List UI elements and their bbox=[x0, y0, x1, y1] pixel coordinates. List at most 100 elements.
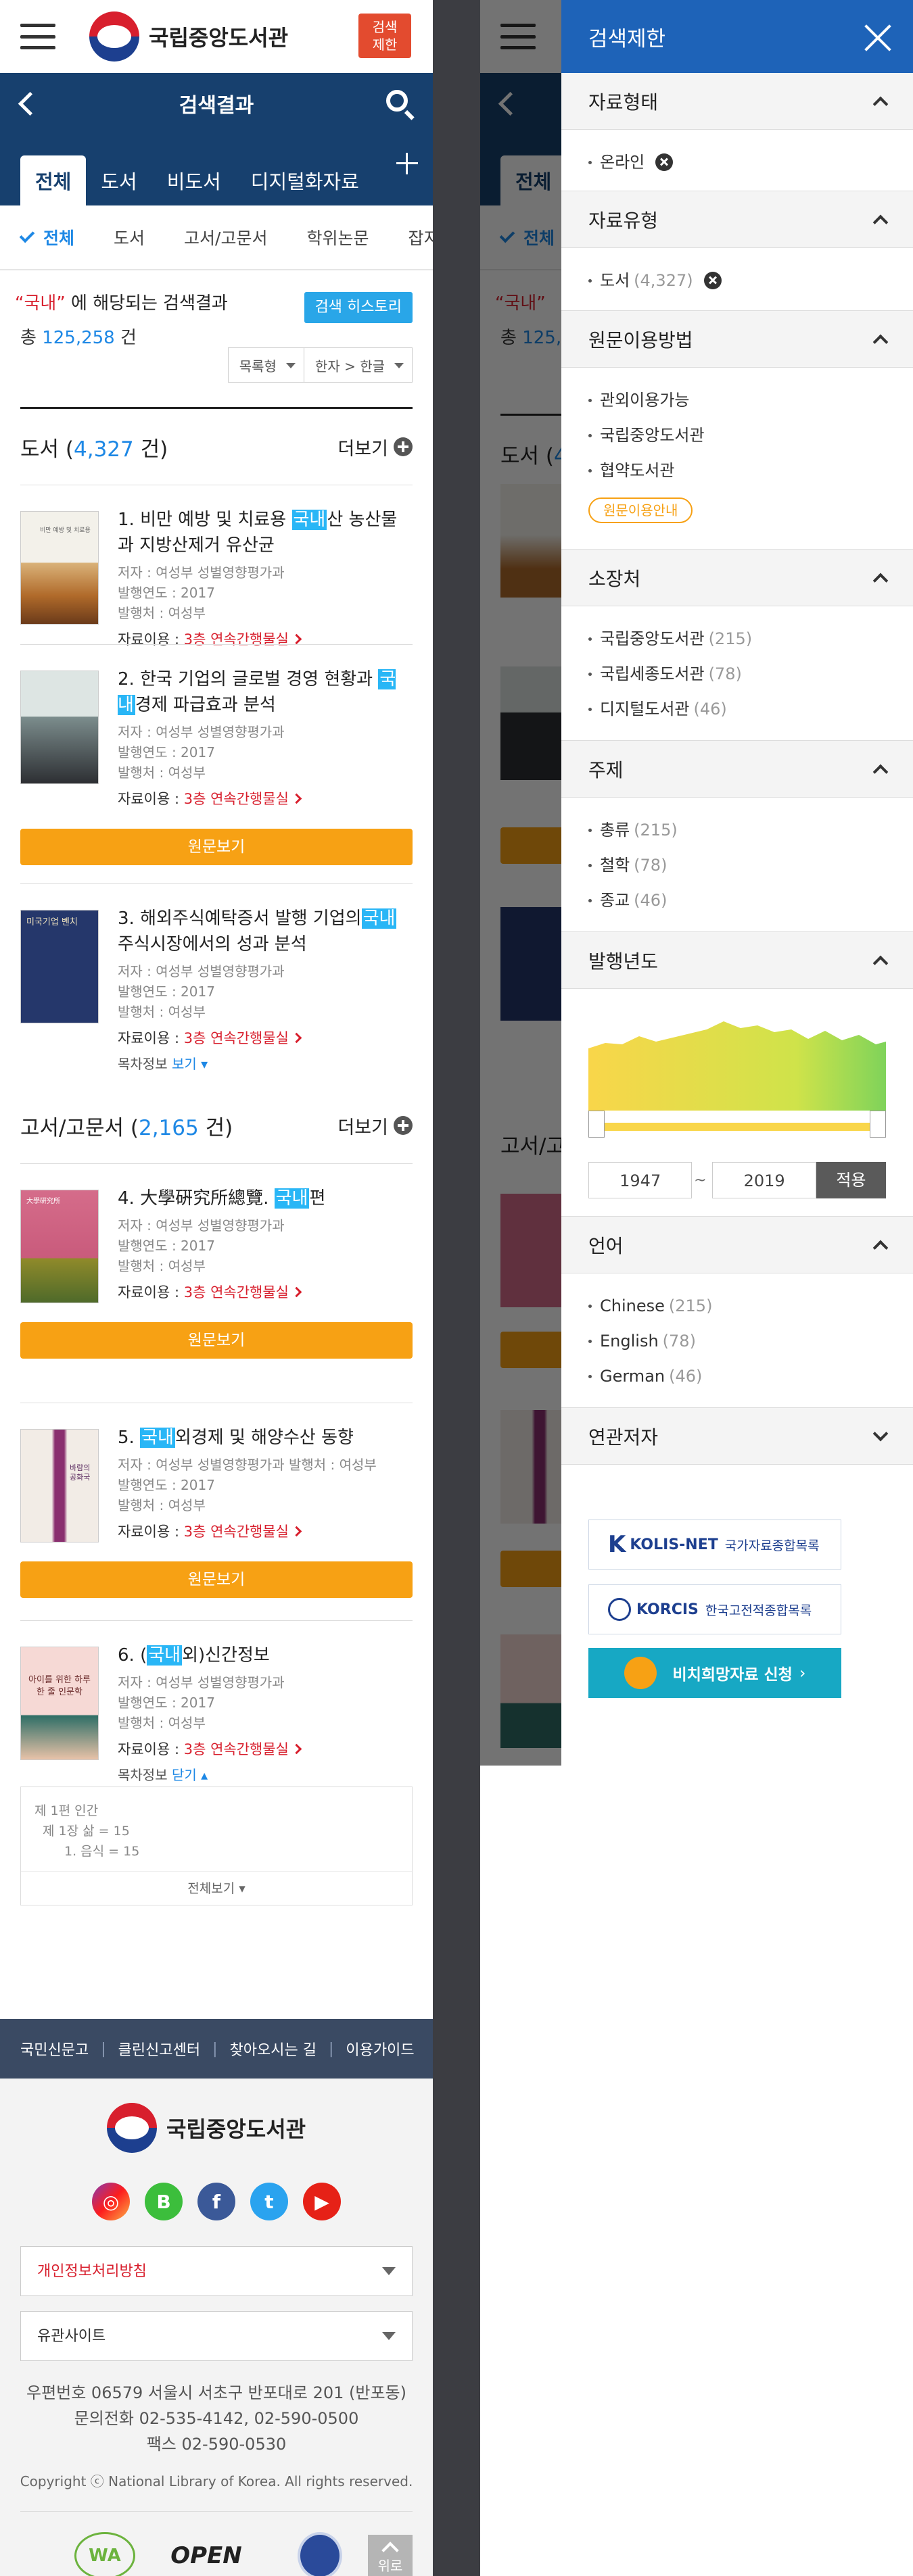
subtab-all[interactable]: 전체 bbox=[19, 225, 74, 249]
book-cover-thumbnail[interactable]: 미국기업 벤치 bbox=[20, 910, 99, 1023]
filter-option[interactable]: 철학 (78) bbox=[588, 848, 886, 883]
toc-toggle[interactable]: 목차정보 보기 ▾ bbox=[118, 1053, 413, 1073]
close-icon[interactable] bbox=[863, 23, 893, 53]
filter-option-book[interactable]: 도서 (4,327) bbox=[588, 263, 886, 298]
remove-filter-icon[interactable] bbox=[655, 153, 674, 171]
year-range-slider[interactable] bbox=[588, 1111, 886, 1138]
filter-language: 언어 Chinese (215) English (78) German (46) bbox=[561, 1217, 913, 1408]
korcis-link[interactable]: KORCIS 한국고전적종합목록 bbox=[588, 1584, 841, 1634]
blog-icon[interactable]: B bbox=[145, 2183, 183, 2220]
usage-location-link[interactable]: 3층 연속간행물실 bbox=[184, 791, 300, 807]
filter-format: 자료형태 온라인 bbox=[561, 73, 913, 191]
footer-logo[interactable]: 국립중앙도서관 bbox=[107, 2103, 306, 2153]
instagram-icon[interactable]: ◎ bbox=[92, 2183, 130, 2220]
search-history-button[interactable]: 검색 히스토리 bbox=[304, 292, 413, 323]
plus-icon[interactable] bbox=[394, 150, 421, 177]
filter-year-header[interactable]: 발행년도 bbox=[561, 932, 913, 989]
footer-link-directions[interactable]: 찾아오시는 길 bbox=[230, 2038, 317, 2060]
book-cover-thumbnail[interactable]: 바람의 공화국 bbox=[20, 1429, 99, 1542]
subtab-magazine[interactable]: 잡지/ bbox=[408, 225, 433, 249]
menu-icon[interactable] bbox=[20, 24, 55, 49]
filter-subject-header[interactable]: 주제 bbox=[561, 741, 913, 798]
filter-option[interactable]: 협약도서관 bbox=[588, 453, 886, 488]
filter-option[interactable]: 국립세종도서관 (78) bbox=[588, 656, 886, 691]
slider-handle-max[interactable] bbox=[870, 1111, 886, 1138]
filter-option[interactable]: 디지털도서관 (46) bbox=[588, 691, 886, 727]
filter-holding-header[interactable]: 소장처 bbox=[561, 550, 913, 606]
back-icon[interactable] bbox=[16, 88, 43, 119]
tab-books[interactable]: 도서 bbox=[86, 155, 151, 205]
subtab-oldbooks[interactable]: 고서/고문서 bbox=[184, 225, 267, 249]
option-count: (215) bbox=[708, 629, 753, 648]
filter-option[interactable]: 국립중앙도서관 bbox=[588, 418, 886, 453]
access-guide-button[interactable]: 원문이용안내 bbox=[588, 497, 693, 523]
footer-link-clean-report[interactable]: 클린신고센터 bbox=[118, 2038, 200, 2060]
library-logo[interactable]: 국립중앙도서관 bbox=[89, 11, 288, 62]
view-original-button[interactable]: 원문보기 bbox=[20, 1322, 413, 1359]
tab-nonbooks[interactable]: 비도서 bbox=[152, 155, 236, 205]
year-from-input[interactable]: 1947 bbox=[588, 1162, 693, 1198]
year-to-input[interactable]: 2019 bbox=[712, 1162, 816, 1198]
facebook-icon[interactable]: f bbox=[197, 2183, 235, 2220]
oldbooks-more-button[interactable]: 더보기 bbox=[337, 1113, 413, 1139]
tab-all[interactable]: 전체 bbox=[20, 155, 87, 205]
filter-author-header[interactable]: 연관저자 bbox=[561, 1408, 913, 1465]
book-cover-thumbnail[interactable]: 大學硏究所 bbox=[20, 1190, 99, 1303]
filter-option[interactable]: German (46) bbox=[588, 1359, 886, 1394]
book-cover-thumbnail[interactable] bbox=[20, 671, 99, 784]
top-label: 위로 bbox=[377, 2558, 403, 2574]
filter-option-online[interactable]: 온라인 bbox=[588, 145, 886, 180]
item-title[interactable]: 6. (국내외)신간정보 bbox=[118, 1643, 413, 1668]
toc-link[interactable]: 보기 bbox=[172, 1056, 197, 1072]
item-title[interactable]: 2. 한국 기업의 글로벌 경영 현황과 국내경제 파급효과 분석 bbox=[118, 666, 413, 718]
youtube-icon[interactable]: ▶ bbox=[303, 2183, 341, 2220]
subtab-books[interactable]: 도서 bbox=[114, 225, 145, 249]
book-cover-thumbnail[interactable]: 비만 예방 및 치료용 bbox=[20, 511, 99, 625]
item-title[interactable]: 1. 비만 예방 및 치료용 국내산 농산물과 지방산제거 유산균 bbox=[118, 507, 413, 558]
korcis-sub-label: 한국고전적종합목록 bbox=[705, 1603, 812, 1618]
view-original-button[interactable]: 원문보기 bbox=[20, 1561, 413, 1598]
tab-digital[interactable]: 디지털화자료 bbox=[236, 155, 374, 205]
year-apply-button[interactable]: 적용 bbox=[816, 1162, 886, 1198]
item-title[interactable]: 4. 大學硏究所總覽. 국내편 bbox=[118, 1186, 413, 1211]
filter-option[interactable]: 종교 (46) bbox=[588, 883, 886, 918]
filter-option[interactable]: Chinese (215) bbox=[588, 1288, 886, 1323]
book-cover-thumbnail[interactable]: 아이를 위한 하루 한 줄 인문학 bbox=[20, 1647, 99, 1760]
remove-filter-icon[interactable] bbox=[703, 272, 722, 289]
slider-handle-min[interactable] bbox=[588, 1111, 605, 1138]
filter-option[interactable]: 총류 (215) bbox=[588, 812, 886, 848]
subtab-thesis[interactable]: 학위논문 bbox=[306, 225, 369, 249]
filter-type-header[interactable]: 자료유형 bbox=[561, 191, 913, 248]
item-title[interactable]: 5. 국내외경제 및 해양수산 동향 bbox=[118, 1425, 413, 1451]
search-limit-button[interactable]: 검색 제한 bbox=[358, 14, 411, 58]
hanja-convert-select[interactable]: 한자 > 한글 bbox=[304, 347, 413, 383]
scroll-top-button[interactable]: 위로 bbox=[368, 2535, 413, 2576]
usage-location-link[interactable]: 3층 연속간행물실 bbox=[184, 1030, 300, 1046]
request-material-link[interactable]: 비치희망자료 신청 › bbox=[588, 1648, 841, 1698]
list-type-select[interactable]: 목록형 bbox=[227, 347, 304, 383]
filter-language-header[interactable]: 언어 bbox=[561, 1217, 913, 1273]
kolis-net-link[interactable]: K KOLIS-NET 국가자료종합목록 bbox=[588, 1520, 841, 1570]
usage-location-link[interactable]: 3층 연속간행물실 bbox=[184, 1741, 300, 1757]
toc-toggle[interactable]: 목차정보 닫기 ▴ bbox=[118, 1764, 413, 1784]
query-term: “국내” bbox=[15, 293, 66, 314]
filter-option[interactable]: 국립중앙도서관 (215) bbox=[588, 621, 886, 656]
filter-option[interactable]: English (78) bbox=[588, 1323, 886, 1359]
footer-link-petition[interactable]: 국민신문고 bbox=[20, 2038, 89, 2060]
toc-view-all-button[interactable]: 전체보기 ▾ bbox=[21, 1871, 412, 1905]
privacy-policy-select[interactable]: 개인정보처리방침 bbox=[20, 2246, 413, 2296]
usage-location-link[interactable]: 3층 연속간행물실 bbox=[184, 1524, 300, 1540]
toc-link[interactable]: 닫기 bbox=[172, 1767, 197, 1783]
footer-link-guide[interactable]: 이용가이드 bbox=[346, 2038, 414, 2060]
books-more-button[interactable]: 더보기 bbox=[337, 434, 413, 460]
related-sites-select[interactable]: 유관사이트 bbox=[20, 2311, 413, 2361]
filter-format-header[interactable]: 자료형태 bbox=[561, 73, 913, 130]
search-icon[interactable] bbox=[384, 88, 417, 120]
filter-option[interactable]: 관외이용가능 bbox=[588, 383, 886, 418]
filter-access-header[interactable]: 원문이용방법 bbox=[561, 311, 913, 368]
twitter-icon[interactable]: t bbox=[250, 2183, 288, 2220]
usage-location-link[interactable]: 3층 연속간행물실 bbox=[184, 1284, 300, 1301]
view-all-label: 전체보기 bbox=[187, 1881, 235, 1896]
item-title[interactable]: 3. 해외주식예탁증서 발행 기업의국내주식시장에서의 성과 분석 bbox=[118, 906, 413, 957]
view-original-button[interactable]: 원문보기 bbox=[20, 829, 413, 865]
